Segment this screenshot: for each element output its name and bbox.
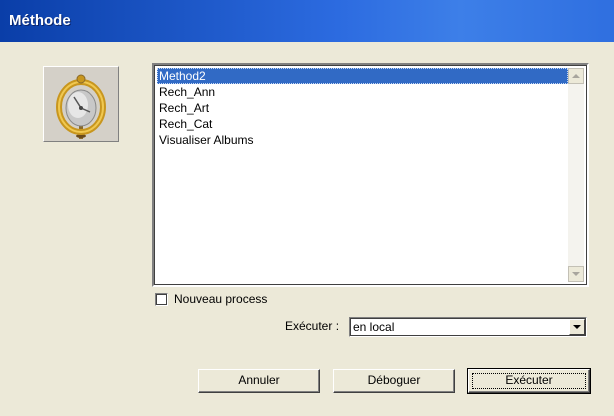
chevron-down-icon (572, 272, 580, 276)
cancel-button[interactable]: Annuler (198, 369, 320, 393)
execute-mode-label: Exécuter : (285, 319, 340, 333)
chevron-up-icon (572, 74, 580, 78)
execute-mode-value: en local (353, 320, 395, 334)
compass-clock-icon (56, 74, 106, 139)
window-title: Méthode (9, 12, 71, 29)
list-item[interactable]: Rech_Cat (157, 116, 568, 132)
new-process-checkbox[interactable] (155, 292, 168, 306)
new-process-option[interactable]: Nouveau process (155, 291, 267, 307)
list-item[interactable]: Rech_Art (157, 100, 568, 116)
list-item[interactable]: Rech_Ann (157, 84, 568, 100)
cancel-button-label: Annuler (238, 373, 280, 387)
vertical-scrollbar[interactable] (568, 68, 584, 282)
list-item[interactable]: Visualiser Albums (157, 132, 568, 148)
execute-button[interactable]: Exécuter (467, 368, 591, 394)
focus-rectangle (472, 373, 586, 389)
execute-mode-select[interactable]: en local (349, 317, 587, 337)
scroll-down-button[interactable] (568, 266, 584, 282)
scroll-up-button[interactable] (568, 68, 584, 84)
title-bar: Méthode (0, 0, 614, 42)
method-icon-frame (43, 66, 119, 142)
new-process-label: Nouveau process (174, 292, 268, 306)
dropdown-button[interactable] (569, 319, 585, 335)
debug-button[interactable]: Déboguer (333, 369, 455, 393)
list-item[interactable]: Method2 (157, 68, 568, 84)
method-list[interactable]: Method2 Rech_Ann Rech_Art Rech_Cat Visua… (152, 63, 589, 287)
debug-button-label: Déboguer (367, 373, 421, 387)
chevron-down-icon (573, 325, 581, 329)
